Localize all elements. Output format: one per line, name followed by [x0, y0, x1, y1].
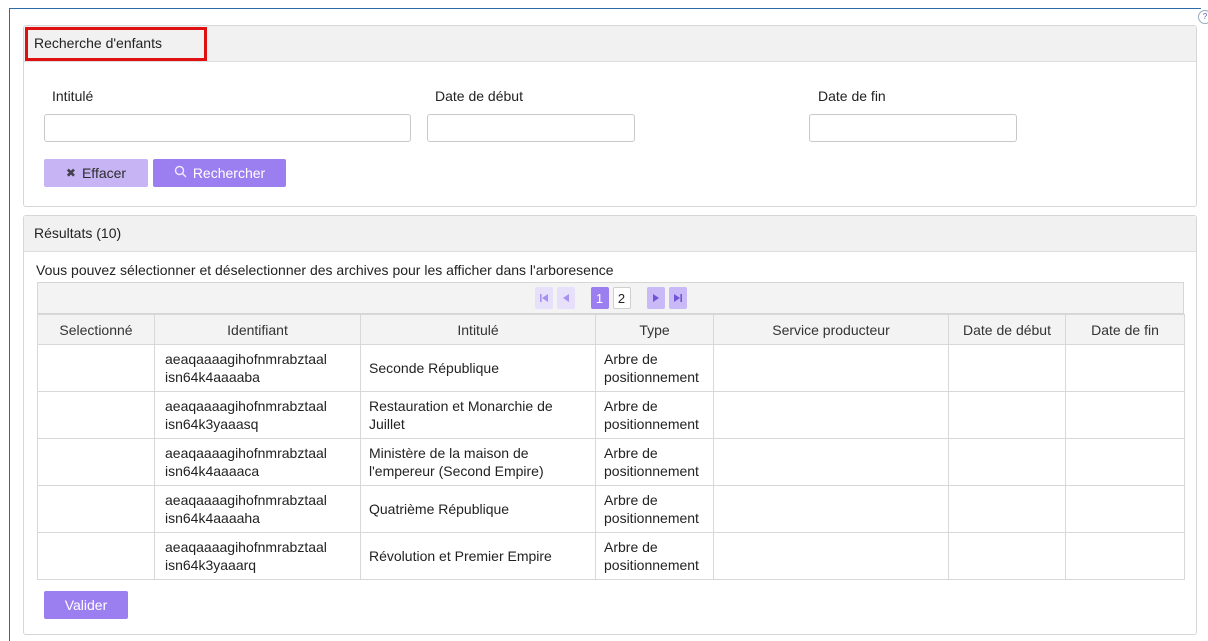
page-2-button[interactable]: 2	[612, 287, 631, 309]
cell-title: Restauration et Monarchie de Juillet	[360, 391, 596, 439]
cell-end-date	[1065, 344, 1185, 392]
table-row[interactable]: aeaqaaaagihofnmrabztaal isn64k3yaaasq Re…	[37, 391, 1185, 439]
table-row[interactable]: aeaqaaaagihofnmrabztaal isn64k4aaaaca Mi…	[37, 438, 1185, 486]
start-date-field-label: Date de début	[435, 88, 523, 104]
end-date-field-label: Date de fin	[818, 88, 886, 104]
cell-producer	[713, 344, 949, 392]
close-icon: ✖	[65, 166, 76, 180]
cell-identifier: aeaqaaaagihofnmrabztaal isn64k3yaaasq	[154, 391, 361, 439]
cell-start-date	[948, 344, 1066, 392]
cell-start-date	[948, 438, 1066, 486]
table-row[interactable]: aeaqaaaagihofnmrabztaal isn64k4aaaaha Qu…	[37, 485, 1185, 533]
previous-page-icon[interactable]	[556, 287, 575, 309]
cell-end-date	[1065, 438, 1185, 486]
cell-producer	[713, 438, 949, 486]
search-button[interactable]: Rechercher	[153, 159, 286, 187]
cell-selected[interactable]	[37, 344, 155, 392]
cell-title: Ministère de la maison de l'empereur (Se…	[360, 438, 596, 486]
column-header-identifier[interactable]: Identifiant	[154, 314, 361, 345]
clear-button[interactable]: ✖ Effacer	[44, 159, 148, 187]
column-header-type[interactable]: Type	[595, 314, 714, 345]
cell-type: Arbre de positionnement	[595, 391, 714, 439]
frame-border-top	[9, 8, 1201, 9]
start-date-input[interactable]	[427, 114, 635, 142]
cell-title: Révolution et Premier Empire	[360, 532, 596, 580]
frame-border-left	[9, 8, 10, 641]
cell-producer	[713, 391, 949, 439]
next-page-icon[interactable]	[646, 287, 665, 309]
cell-type: Arbre de positionnement	[595, 532, 714, 580]
title-field-label: Intitulé	[52, 88, 94, 104]
table-header-row: Selectionné Identifiant Intitulé Type Se…	[37, 314, 1185, 345]
cell-title: Seconde République	[360, 344, 596, 392]
results-table: Selectionné Identifiant Intitulé Type Se…	[37, 314, 1185, 580]
first-page-icon[interactable]	[534, 287, 553, 309]
cell-type: Arbre de positionnement	[595, 485, 714, 533]
cell-start-date	[948, 391, 1066, 439]
cell-end-date	[1065, 532, 1185, 580]
cell-producer	[713, 485, 949, 533]
title-input[interactable]	[44, 114, 411, 142]
cell-type: Arbre de positionnement	[595, 344, 714, 392]
help-icon[interactable]: ?	[1198, 10, 1208, 24]
cell-title: Quatrième République	[360, 485, 596, 533]
cell-type: Arbre de positionnement	[595, 438, 714, 486]
cell-identifier: aeaqaaaagihofnmrabztaal isn64k4aaaaba	[154, 344, 361, 392]
end-date-input[interactable]	[809, 114, 1017, 142]
page-1-button[interactable]: 1	[590, 287, 609, 309]
pagination-bar: 1 2	[37, 282, 1184, 314]
cell-selected[interactable]	[37, 485, 155, 533]
cell-end-date	[1065, 485, 1185, 533]
results-panel-title: Résultats (10)	[24, 216, 1196, 252]
column-header-start-date[interactable]: Date de début	[948, 314, 1066, 345]
cell-selected[interactable]	[37, 438, 155, 486]
table-row[interactable]: aeaqaaaagihofnmrabztaal isn64k3yaaarq Ré…	[37, 532, 1185, 580]
cell-producer	[713, 532, 949, 580]
search-button-label: Rechercher	[192, 165, 266, 181]
last-page-icon[interactable]	[668, 287, 687, 309]
search-icon	[174, 165, 187, 181]
cell-identifier: aeaqaaaagihofnmrabztaal isn64k4aaaaca	[154, 438, 361, 486]
column-header-selected[interactable]: Selectionné	[37, 314, 155, 345]
validate-button[interactable]: Valider	[44, 591, 128, 619]
cell-start-date	[948, 532, 1066, 580]
column-header-producer[interactable]: Service producteur	[713, 314, 949, 345]
cell-identifier: aeaqaaaagihofnmrabztaal isn64k4aaaaha	[154, 485, 361, 533]
column-header-end-date[interactable]: Date de fin	[1065, 314, 1185, 345]
cell-selected[interactable]	[37, 391, 155, 439]
search-panel-title: Recherche d'enfants	[24, 26, 1196, 62]
cell-selected[interactable]	[37, 532, 155, 580]
cell-end-date	[1065, 391, 1185, 439]
table-row[interactable]: aeaqaaaagihofnmrabztaal isn64k4aaaaba Se…	[37, 344, 1185, 392]
results-info-text: Vous pouvez sélectionner et déselectionn…	[36, 262, 614, 278]
column-header-title[interactable]: Intitulé	[360, 314, 596, 345]
cell-identifier: aeaqaaaagihofnmrabztaal isn64k3yaaarq	[154, 532, 361, 580]
cell-start-date	[948, 485, 1066, 533]
clear-button-label: Effacer	[81, 165, 127, 181]
